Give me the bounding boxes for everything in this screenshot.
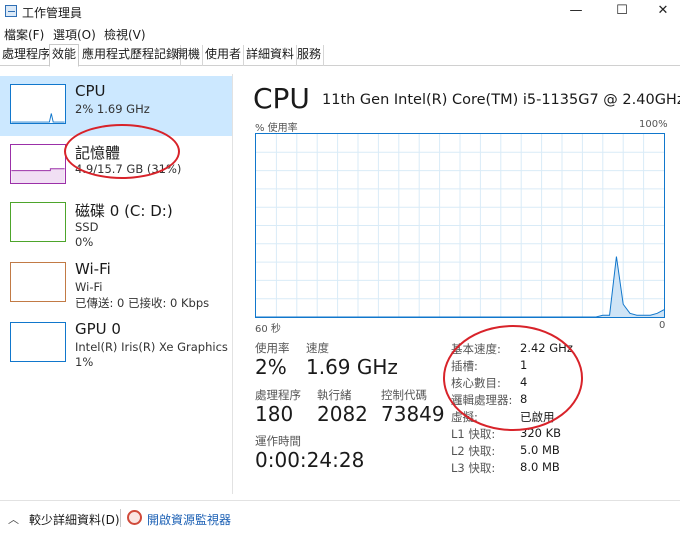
footer-bar: ︿ 較少詳細資料(D) 開啟資源監視器 <box>0 500 680 538</box>
window-title: 工作管理員 <box>22 6 83 20</box>
threads-value: 2082 <box>317 402 368 426</box>
menu-bar: 檔案(F) 選項(O) 檢視(V) <box>0 23 680 43</box>
page-title: CPU <box>253 82 310 115</box>
title-bar: 工作管理員 — ☐ ✕ <box>0 0 680 22</box>
tab-processes[interactable]: 處理程序 <box>0 45 54 66</box>
sidebar-item-detail: 0% <box>75 235 94 249</box>
tab-bar: 處理程序 效能 應用程式歷程記錄 開機 使用者 詳細資料 服務 <box>0 43 680 67</box>
tab-startup[interactable]: 開機 <box>174 45 204 66</box>
gpu-thumbnail-graph <box>10 322 66 362</box>
sidebar-item-detail: 已傳送: 0 已接收: 0 Kbps <box>75 296 210 310</box>
tab-performance[interactable]: 效能 <box>49 44 80 67</box>
handles-label: 控制代碼 <box>381 388 427 402</box>
sidebar-item-title: 磁碟 0 (C: D:) <box>75 202 173 220</box>
wifi-thumbnail-graph <box>10 262 66 302</box>
speed-label: 速度 <box>306 341 329 355</box>
sidebar-item-title: Wi-Fi <box>75 260 111 278</box>
sidebar-item-detail: Wi-Fi <box>75 280 103 294</box>
chevron-up-icon[interactable]: ︿ <box>8 511 19 527</box>
graph-y-max-label: 100% <box>639 119 668 130</box>
graph-grid <box>256 134 664 317</box>
tab-app-history[interactable]: 應用程式歷程記錄 <box>80 45 182 66</box>
speed-value: 1.69 GHz <box>306 355 398 379</box>
sidebar-item-detail: 1% <box>75 355 94 369</box>
uptime-value: 0:00:24:28 <box>255 448 365 472</box>
footer-separator <box>120 509 121 527</box>
sidebar-item-gpu[interactable]: GPU 0 Intel(R) Iris(R) Xe Graphics 1% <box>0 314 232 374</box>
sidebar-item-detail: 2% 1.69 GHz <box>75 102 150 116</box>
close-button[interactable]: ✕ <box>640 0 680 22</box>
minimize-button[interactable]: — <box>553 0 599 22</box>
menu-view[interactable]: 檢視(V) <box>104 26 146 43</box>
spec-value: 8.0 MB <box>520 460 560 474</box>
cpu-model-name: 11th Gen Intel(R) Core(TM) i5-1135G7 @ 2… <box>322 92 680 108</box>
menu-file[interactable]: 檔案(F) <box>4 26 44 43</box>
fewer-details-link[interactable]: 較少詳細資料(D) <box>29 511 120 528</box>
graph-x-right-label: 0 <box>659 320 666 331</box>
usage-label: 使用率 <box>255 341 290 355</box>
resource-sidebar: CPU 2% 1.69 GHz 記憶體 4.9/15.7 GB (31%) 磁碟… <box>0 74 233 494</box>
tab-services[interactable]: 服務 <box>295 45 325 66</box>
graph-y-label: % 使用率 <box>255 123 298 134</box>
task-manager-icon <box>5 5 17 17</box>
sidebar-item-wifi[interactable]: Wi-Fi Wi-Fi 已傳送: 0 已接收: 0 Kbps <box>0 254 232 314</box>
threads-label: 執行緒 <box>317 388 352 402</box>
spec-label: L3 快取: <box>451 461 496 475</box>
disk-thumbnail-graph <box>10 202 66 242</box>
maximize-button[interactable]: ☐ <box>599 0 645 22</box>
sidebar-item-title: CPU <box>75 82 106 100</box>
annotation-circle-specs <box>443 325 583 431</box>
spec-label: L1 快取: <box>451 427 496 441</box>
tab-details[interactable]: 詳細資料 <box>244 45 298 66</box>
resource-monitor-icon[interactable] <box>127 510 142 525</box>
memory-thumbnail-graph <box>10 144 66 184</box>
menu-options[interactable]: 選項(O) <box>53 26 96 43</box>
tab-users[interactable]: 使用者 <box>203 45 245 66</box>
processes-label: 處理程序 <box>255 388 301 402</box>
sidebar-item-title: GPU 0 <box>75 320 121 338</box>
handles-value: 73849 <box>381 402 445 426</box>
spec-label: L2 快取: <box>451 444 496 458</box>
processes-value: 180 <box>255 402 294 426</box>
uptime-label: 運作時間 <box>255 434 301 448</box>
sidebar-item-disk[interactable]: 磁碟 0 (C: D:) SSD 0% <box>0 194 232 254</box>
cpu-usage-graph <box>255 133 665 318</box>
spec-value: 5.0 MB <box>520 443 560 457</box>
sidebar-item-detail: SSD <box>75 220 99 234</box>
graph-x-left-label: 60 秒 <box>255 324 281 335</box>
sidebar-item-detail: Intel(R) Iris(R) Xe Graphics <box>75 340 228 354</box>
usage-value: 2% <box>255 355 287 379</box>
annotation-circle-memory <box>64 124 180 179</box>
open-resource-monitor-link[interactable]: 開啟資源監視器 <box>147 511 231 528</box>
cpu-thumbnail-graph <box>10 84 66 124</box>
